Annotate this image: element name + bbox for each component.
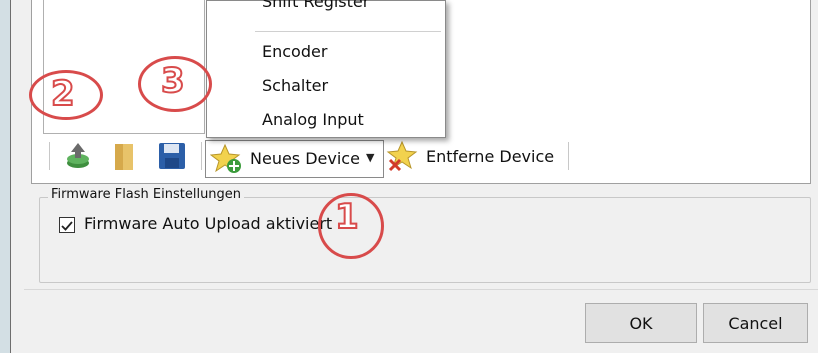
toolbar-separator <box>49 142 50 170</box>
chevron-down-icon[interactable]: ▼ <box>366 151 374 164</box>
remove-device-label: Entferne Device <box>426 146 555 166</box>
menu-item-analog-input[interactable]: Analog Input <box>262 110 364 129</box>
firmware-settings-group <box>39 197 811 283</box>
menu-item-schalter[interactable]: Schalter <box>262 76 328 95</box>
auto-upload-checkbox[interactable] <box>59 217 75 233</box>
add-device-button[interactable]: Neues Device ▼ <box>205 140 384 178</box>
remove-device-button[interactable]: Entferne Device <box>386 140 554 172</box>
star-add-icon <box>210 143 241 173</box>
upload-icon <box>67 143 89 168</box>
add-device-label: Neues Device <box>250 149 360 168</box>
annotation-number-2: 2 <box>50 73 76 115</box>
cancel-button[interactable]: Cancel <box>703 303 808 343</box>
footer-divider <box>24 289 818 290</box>
menu-item-encoder[interactable]: Encoder <box>262 42 327 61</box>
annotation-number-1: 1 <box>334 196 360 238</box>
menu-separator <box>255 31 441 32</box>
checkmark-icon <box>61 221 73 231</box>
folder-icon <box>115 144 133 170</box>
open-file-button[interactable] <box>111 140 137 172</box>
toolbar-separator <box>568 142 569 170</box>
firmware-group-title: Firmware Flash Einstellungen <box>48 187 245 202</box>
toolbar-separator <box>201 142 202 170</box>
auto-upload-label[interactable]: Firmware Auto Upload aktiviert <box>84 214 332 233</box>
save-icon <box>159 143 185 169</box>
save-button[interactable] <box>157 140 187 172</box>
menu-item-shift-register[interactable]: Shift Register <box>262 0 369 11</box>
star-remove-icon <box>386 140 418 172</box>
add-device-dropdown-menu: Shift Register Encoder Schalter Analog I… <box>206 0 446 138</box>
upload-firmware-button[interactable] <box>63 140 93 172</box>
annotation-number-3: 3 <box>160 60 186 102</box>
ok-button[interactable]: OK <box>585 303 697 343</box>
